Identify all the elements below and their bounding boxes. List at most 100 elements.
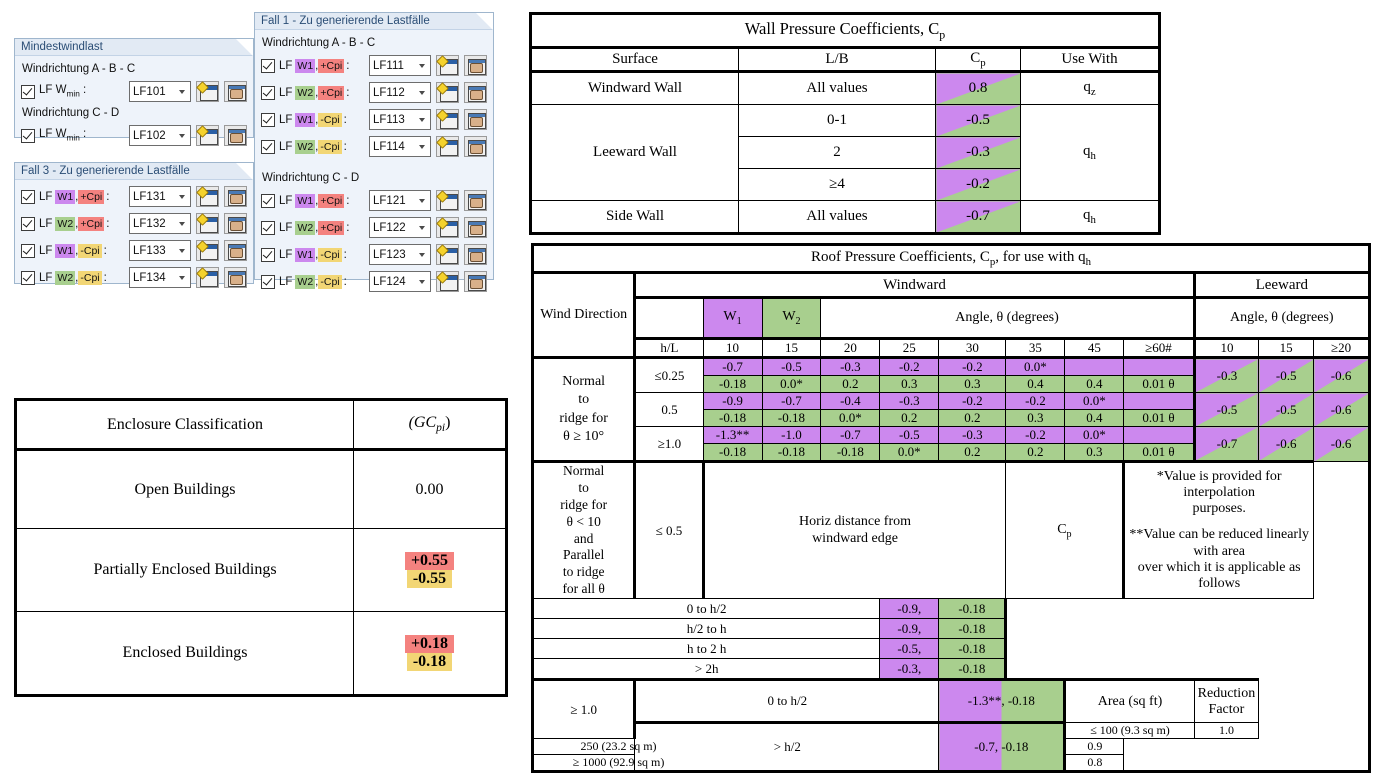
edit-hand-icon-button[interactable] — [464, 190, 487, 211]
lf-label: LF — [279, 87, 292, 99]
angle-30: 30 — [939, 339, 1006, 358]
leeward-value: -0.7 — [1194, 427, 1259, 462]
w1-value: -0.5 — [880, 427, 939, 444]
lower-data-row: > 2h-0.3,-0.18 — [533, 659, 1370, 680]
load-case-value: LF121 — [373, 195, 419, 207]
load-case-select[interactable]: LF132 — [129, 213, 191, 234]
cell-area: ≤ 100 (9.3 sq m) — [1065, 723, 1194, 739]
hl-value: 0.5 — [635, 393, 703, 427]
angle-25: 25 — [880, 339, 939, 358]
lee-angle-15: 15 — [1259, 339, 1314, 358]
w2-value: 0.3 — [880, 376, 939, 393]
colon: : — [106, 218, 109, 230]
new-window-icon-button[interactable] — [436, 244, 459, 265]
col-use-with: Use With — [1021, 48, 1160, 72]
load-case-row: LFW2,-Cpi:LF124 — [261, 269, 487, 294]
wall-table-title: Wall Pressure Coefficients, Cp — [531, 14, 1160, 48]
load-case-select[interactable]: LF122 — [369, 217, 431, 238]
new-window-icon-button[interactable] — [196, 81, 219, 102]
load-case-select[interactable]: LF134 — [129, 267, 191, 288]
edit-hand-icon-button[interactable] — [224, 267, 247, 288]
new-window-icon-button[interactable] — [436, 82, 459, 103]
wind-case-tag: W2 — [295, 86, 315, 100]
checkbox-checked-icon[interactable] — [261, 113, 275, 127]
new-window-icon-button[interactable] — [196, 267, 219, 288]
checkbox-checked-icon[interactable] — [21, 85, 35, 99]
leeward-value: -0.6 — [1314, 393, 1370, 427]
load-case-row: LF Wmin : LF102 — [21, 123, 247, 148]
cell-lb: ≥4 — [739, 169, 936, 201]
checkbox-checked-icon[interactable] — [21, 190, 35, 204]
chevron-down-icon — [179, 222, 185, 226]
load-case-select[interactable]: LF133 — [129, 240, 191, 261]
wind-case-tag: W2 — [55, 217, 75, 231]
lower-dist: 0 to h/2 — [635, 680, 939, 723]
w1-swatch-label: W1 — [703, 298, 762, 339]
load-case-select[interactable]: LF111 — [369, 55, 431, 76]
edit-hand-icon-button[interactable] — [464, 136, 487, 157]
checkbox-checked-icon[interactable] — [261, 86, 275, 100]
edit-hand-icon-button[interactable] — [224, 81, 247, 102]
load-case-value: LF131 — [133, 191, 179, 203]
load-case-select[interactable]: LF102 — [129, 125, 191, 146]
load-case-select[interactable]: LF124 — [369, 271, 431, 292]
colon: : — [346, 195, 349, 207]
cell-cp: 0.8 — [936, 72, 1021, 105]
checkbox-checked-icon[interactable] — [261, 221, 275, 235]
lower-dir-line: and — [536, 531, 631, 548]
edit-hand-icon-button[interactable] — [464, 55, 487, 76]
load-case-select[interactable]: LF131 — [129, 186, 191, 207]
colon: : — [344, 276, 347, 288]
load-case-select[interactable]: LF101 — [129, 81, 191, 102]
new-window-icon-button[interactable] — [436, 217, 459, 238]
new-window-icon-button[interactable] — [436, 136, 459, 157]
edit-hand-icon-button[interactable] — [464, 109, 487, 130]
checkbox-checked-icon[interactable] — [21, 271, 35, 285]
new-window-icon-button[interactable] — [196, 213, 219, 234]
new-window-icon-button[interactable] — [196, 125, 219, 146]
angle-45: 45 — [1065, 339, 1124, 358]
checkbox-checked-icon[interactable] — [261, 275, 275, 289]
new-window-icon-button[interactable] — [436, 55, 459, 76]
checkbox-checked-icon[interactable] — [21, 244, 35, 258]
new-window-icon-button[interactable] — [436, 109, 459, 130]
load-case-select[interactable]: LF113 — [369, 109, 431, 130]
w2-value: 0.01 θ — [1124, 376, 1194, 393]
edit-hand-icon-button[interactable] — [224, 125, 247, 146]
edit-hand-icon-button[interactable] — [224, 240, 247, 261]
load-case-row: LFW2,+Cpi:LF122 — [261, 215, 487, 240]
colon: : — [344, 114, 347, 126]
lower-dir-line: to ridge — [536, 564, 631, 581]
checkbox-checked-icon[interactable] — [261, 194, 275, 208]
new-window-icon-button[interactable] — [436, 190, 459, 211]
colon: : — [104, 245, 107, 257]
angle-15: 15 — [762, 339, 821, 358]
table-title-row: Wall Pressure Coefficients, Cp — [531, 14, 1160, 48]
new-window-icon-button[interactable] — [196, 240, 219, 261]
cell-factor: 0.8 — [1065, 755, 1124, 772]
panel-mindestwindlast: Mindestwindlast Windrichtung A - B - C L… — [14, 38, 254, 138]
edit-hand-icon-button[interactable] — [464, 82, 487, 103]
checkbox-checked-icon[interactable] — [21, 217, 35, 231]
load-case-select[interactable]: LF112 — [369, 82, 431, 103]
leeward-value: -0.5 — [1259, 393, 1314, 427]
load-case-select[interactable]: LF114 — [369, 136, 431, 157]
edit-hand-icon-button[interactable] — [224, 213, 247, 234]
lower-cp-a: -0.5, — [880, 639, 939, 659]
edit-hand-icon-button[interactable] — [464, 271, 487, 292]
checkbox-checked-icon[interactable] — [261, 248, 275, 262]
checkbox-checked-icon[interactable] — [261, 140, 275, 154]
checkbox-checked-icon[interactable] — [21, 129, 35, 143]
wind-case-tag: W1 — [55, 244, 75, 258]
checkbox-checked-icon[interactable] — [261, 59, 275, 73]
lower-cp-a: -0.9, — [880, 599, 939, 619]
edit-hand-icon-button[interactable] — [464, 217, 487, 238]
load-case-select[interactable]: LF121 — [369, 190, 431, 211]
edit-hand-icon-button[interactable] — [224, 186, 247, 207]
load-case-select[interactable]: LF123 — [369, 244, 431, 265]
enclosure-classification-table: Enclosure Classification (GCpi) Open Bui… — [14, 398, 508, 697]
edit-hand-icon-button[interactable] — [464, 244, 487, 265]
lf-label: LF — [279, 276, 292, 288]
new-window-icon-button[interactable] — [196, 186, 219, 207]
new-window-icon-button[interactable] — [436, 271, 459, 292]
